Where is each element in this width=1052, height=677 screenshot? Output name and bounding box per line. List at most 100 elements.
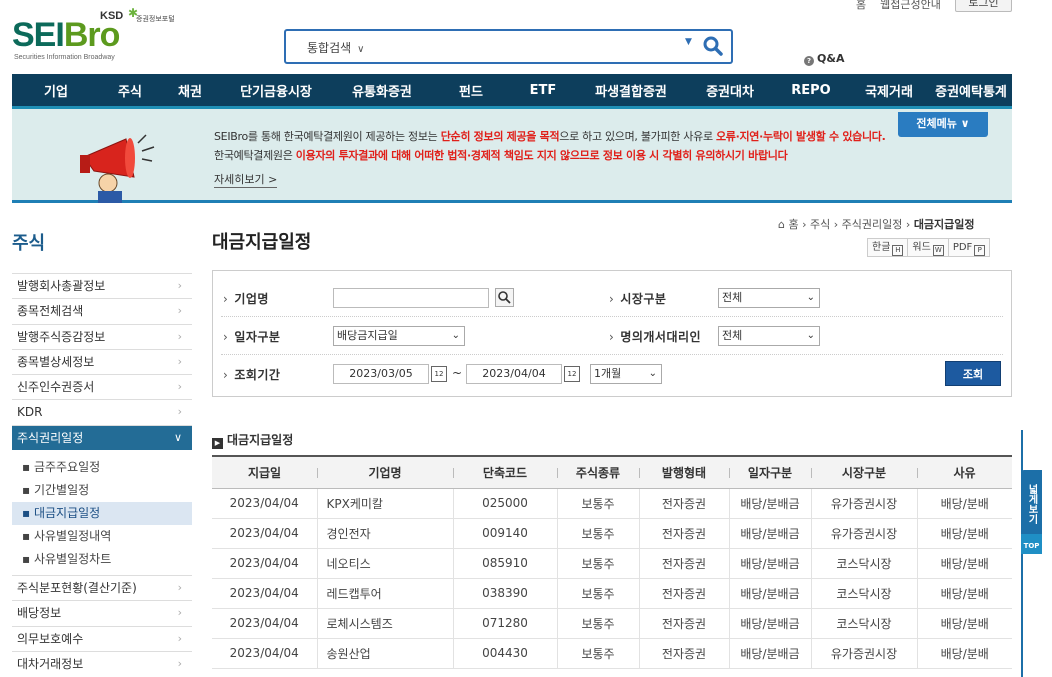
range-select-value: 1개월 <box>594 367 622 380</box>
sidebar-item[interactable]: 신주인수권증서 › <box>12 374 192 399</box>
nav-item-statistics[interactable]: 증권예탁통계 <box>930 81 1012 100</box>
period-label: 조회기간 <box>223 366 280 383</box>
notice-line-2: 한국예탁결제원은 이용자의 투자결과에 대해 어떠한 법적·경제적 책임도 지지… <box>214 147 788 163</box>
agent-select[interactable]: 전체 ⌄ <box>718 326 820 346</box>
sidebar-item[interactable]: 종목전체검색 › <box>12 298 192 323</box>
sidebar-subitem[interactable]: ▪ 금주주요일정 <box>12 456 192 479</box>
seibro-logo[interactable]: ✱ KSD 증권정보포털 SEIBro Securities Informati… <box>12 6 192 66</box>
notice-text: SEIBro를 통해 한국예탁결제원이 제공하는 정보는 <box>214 130 441 143</box>
export-hwp-button[interactable]: 한글 H <box>867 238 909 257</box>
table-row: 2023/04/04 KPX케미칼 025000 보통주 전자증권 배당/분배금 유가증권시… <box>212 488 1012 519</box>
sidebar-item-active[interactable]: 주식권리일정 ∨ <box>12 424 192 451</box>
table-cell: 보통주 <box>557 608 640 639</box>
table-cell: 085910 <box>453 548 558 579</box>
sidebar-item[interactable]: 배당정보 › <box>12 600 192 625</box>
nav-item-repo[interactable]: REPO <box>774 83 848 98</box>
nav-item-company[interactable]: 기업 <box>12 81 100 100</box>
market-select-value: 전체 <box>722 291 743 304</box>
nav-item-fund[interactable]: 펀드 <box>432 81 510 100</box>
search-type-select[interactable]: 통합검색 ∨ <box>307 39 365 56</box>
table-cell: 004430 <box>453 638 558 669</box>
company-name-cell[interactable]: 레드캡투어 <box>317 578 454 609</box>
calendar-icon[interactable]: 12 <box>431 366 447 382</box>
date-type-select[interactable]: 배당금지급일 ⌄ <box>333 326 465 346</box>
table-body: 2023/04/04 KPX케미칼 025000 보통주 전자증권 배당/분배금 유가증권시… <box>212 488 1012 669</box>
breadcrumb-item[interactable]: 주식권리일정 <box>842 218 903 231</box>
range-select[interactable]: 1개월 ⌄ <box>590 364 662 384</box>
company-search-button[interactable] <box>495 288 514 307</box>
sidebar-item[interactable]: 발행주식증감정보 › <box>12 323 192 349</box>
nav-item-international[interactable]: 국제거래 <box>848 81 930 100</box>
global-search[interactable]: 통합검색 ∨ ▼ <box>284 29 733 64</box>
accessibility-link[interactable]: 웹접근성안내 <box>880 0 941 11</box>
nav-item-stock[interactable]: 주식 <box>100 81 160 100</box>
scroll-top-button[interactable]: TOP <box>1021 534 1042 554</box>
table-cell: 배당/분배금 <box>729 488 812 519</box>
nav-item-bond[interactable]: 채권 <box>160 81 220 100</box>
chevron-right-icon: › <box>177 380 182 394</box>
nav-item-short-term[interactable]: 단기금융시장 <box>220 81 332 100</box>
qna-link[interactable]: ? Q&A <box>804 52 844 66</box>
chevron-down-icon: ∨ <box>357 44 365 55</box>
table-cell: 038390 <box>453 578 558 609</box>
sidebar-item[interactable]: 대차거래정보 › <box>12 650 192 676</box>
login-button[interactable]: 로그인 <box>955 0 1012 12</box>
nav-item-lending[interactable]: 증권대차 <box>686 81 774 100</box>
sidebar-subitem[interactable]: ▪ 기간별일정 <box>12 479 192 502</box>
company-name-cell[interactable]: 네오티스 <box>317 548 454 579</box>
sidebar-item-label: 의무보호예수 <box>17 631 84 646</box>
sidebar-item[interactable]: 발행회사총괄정보 › <box>12 273 192 298</box>
sidebar-subitem-active[interactable]: ▪ 대금지급일정 <box>12 502 192 526</box>
company-input[interactable] <box>333 288 489 308</box>
nav-item-derivative[interactable]: 파생결합증권 <box>576 81 686 100</box>
date-to-input[interactable]: 2023/04/04 <box>466 364 562 384</box>
table-cell: 유가증권시장 <box>811 638 918 669</box>
column-header: 시장구분 <box>811 455 917 489</box>
export-word-button[interactable]: 워드 W <box>907 238 949 257</box>
search-type-label: 통합검색 <box>307 41 352 55</box>
sidebar-item-label: 종목별상세정보 <box>17 354 95 369</box>
table-cell: 배당/분배 <box>917 608 1012 639</box>
calendar-icon[interactable]: 12 <box>564 366 580 382</box>
sidebar-subitem[interactable]: ▪ 사유별일정차트 <box>12 548 192 571</box>
breadcrumb-item[interactable]: 주식 <box>810 218 830 231</box>
chevron-down-icon: ⌄ <box>648 368 657 379</box>
sidebar-subitem[interactable]: ▪ 사유별일정내역 <box>12 525 192 548</box>
wide-view-button[interactable]: 넓게보기 <box>1021 470 1042 538</box>
table-cell: 보통주 <box>557 578 640 609</box>
table-row: 2023/04/04 네오티스 085910 보통주 전자증권 배당/분배금 코스닥시장 배당… <box>212 548 1012 579</box>
date-from-input[interactable]: 2023/03/05 <box>333 364 429 384</box>
search-dropdown-icon[interactable]: ▼ <box>685 37 692 47</box>
table-cell: 보통주 <box>557 488 640 519</box>
table-cell: 유가증권시장 <box>811 488 918 519</box>
sidebar-item[interactable]: KDR › <box>12 399 192 424</box>
table-row: 2023/04/04 송원산업 004430 보통주 전자증권 배당/분배금 유가증권시장 배… <box>212 638 1012 669</box>
company-name-cell[interactable]: 송원산업 <box>317 638 454 669</box>
company-name-cell[interactable]: 로체시스템즈 <box>317 608 454 639</box>
filter-divider <box>221 316 1003 317</box>
company-name-cell[interactable]: 경인전자 <box>317 518 454 549</box>
section-title: ▶ 대금지급일정 <box>212 431 293 449</box>
nav-item-etf[interactable]: ETF <box>510 83 576 98</box>
market-select[interactable]: 전체 ⌄ <box>718 288 820 308</box>
table-cell: 2023/04/04 <box>212 488 318 519</box>
search-icon[interactable] <box>702 35 724 57</box>
sidebar-item-label: 발행주식증감정보 <box>17 329 106 344</box>
export-pdf-button[interactable]: PDF P <box>947 238 991 257</box>
search-submit-button[interactable]: 조회 <box>945 361 1001 386</box>
left-sidebar: 주식 발행회사총괄정보 › 종목전체검색 › 발행주식증감정보 › 종목별상세정보 › … <box>12 203 192 677</box>
table-cell: 유가증권시장 <box>811 518 918 549</box>
sidebar-subitem-label: 사유별일정차트 <box>33 552 112 567</box>
nav-item-securitized[interactable]: 유통화증권 <box>332 81 432 100</box>
sidebar-item[interactable]: 주식분포현황(결산기준) › <box>12 575 192 600</box>
notice-more-link[interactable]: 자세히보기 > <box>214 171 278 188</box>
column-header: 기업명 <box>317 455 453 489</box>
breadcrumb-item[interactable]: 홈 <box>788 218 798 231</box>
sidebar-item[interactable]: 의무보호예수 › <box>12 625 192 651</box>
notice-emphasis: 이용자의 투자결과에 대해 어떠한 법적·경제적 책임도 지지 않으므로 정보 … <box>295 149 788 162</box>
company-name-cell[interactable]: KPX케미칼 <box>317 488 454 519</box>
all-menu-button[interactable]: 전체메뉴 ∨ <box>898 112 988 137</box>
home-link[interactable]: 홈 <box>856 0 866 11</box>
sidebar-item[interactable]: 종목별상세정보 › <box>12 348 192 374</box>
table-cell: 2023/04/04 <box>212 608 318 639</box>
